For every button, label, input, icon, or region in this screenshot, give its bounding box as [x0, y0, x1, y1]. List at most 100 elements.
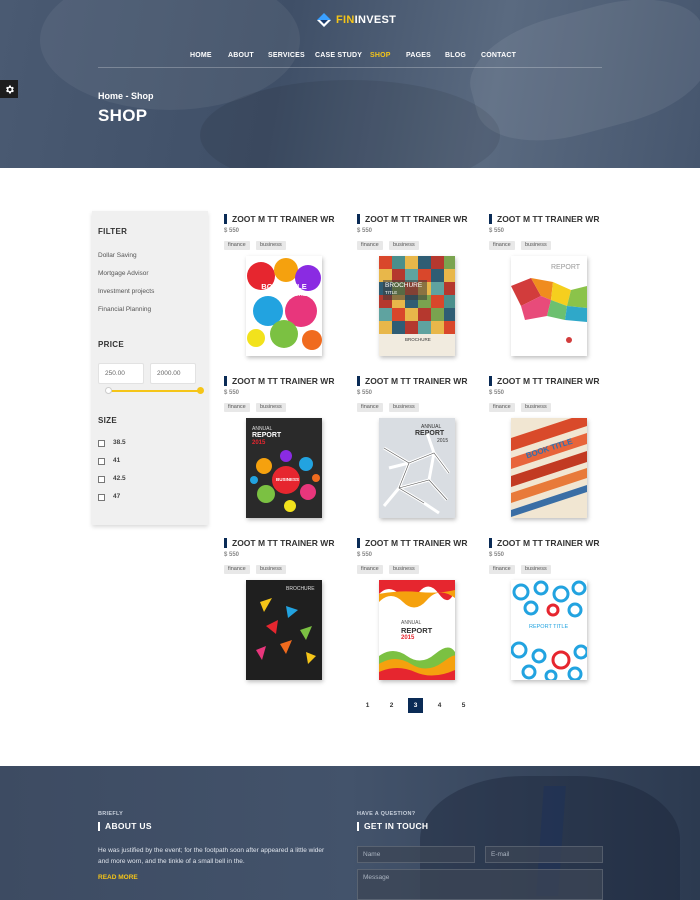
- breadcrumb[interactable]: Home - Shop: [98, 91, 154, 101]
- price-slider-min-handle[interactable]: [105, 387, 112, 394]
- read-more-link[interactable]: READ MORE: [98, 874, 138, 881]
- book-title-cover[interactable]: BOOK TITLE AUTHOR NAME: [246, 256, 322, 356]
- nav-case-study[interactable]: CASE STUDY: [315, 52, 362, 59]
- product-price: $ 550: [224, 390, 240, 396]
- annual-report-network-cover[interactable]: ANNUAL REPORT 2015: [379, 418, 455, 518]
- email-field[interactable]: E-mail: [485, 846, 603, 863]
- product-card[interactable]: ZOOT M TT TRAINER WR $ 550 finance busin…: [489, 214, 613, 364]
- product-price: $ 550: [489, 390, 505, 396]
- size-heading: SIZE: [98, 416, 117, 425]
- page-header: FININVEST HOME ABOUT SERVICES CASE STUDY…: [0, 0, 700, 168]
- tag-business[interactable]: business: [256, 403, 286, 412]
- product-title[interactable]: ZOOT M TT TRAINER WR: [357, 376, 467, 386]
- tag-finance[interactable]: finance: [357, 565, 383, 574]
- tag-business[interactable]: business: [256, 565, 286, 574]
- product-card[interactable]: ZOOT M TT TRAINER WR $ 550 finance busin…: [224, 214, 348, 364]
- product-card[interactable]: ZOOT M TT TRAINER WR $ 550 finance busin…: [489, 538, 613, 688]
- filter-dollar-saving[interactable]: Dollar Saving: [98, 252, 137, 259]
- nav-home[interactable]: HOME: [190, 52, 212, 59]
- logo-text-accent: FIN: [336, 14, 355, 26]
- tag-finance[interactable]: finance: [224, 241, 250, 250]
- product-card[interactable]: ZOOT M TT TRAINER WR $ 550 finance busin…: [489, 376, 613, 526]
- tag-finance[interactable]: finance: [489, 403, 515, 412]
- price-slider-track[interactable]: [106, 390, 202, 392]
- settings-button[interactable]: [0, 80, 18, 98]
- tag-finance[interactable]: finance: [357, 403, 383, 412]
- cover-title-text: REPORT: [401, 626, 433, 635]
- nav-pages[interactable]: PAGES: [406, 52, 431, 59]
- price-min-input[interactable]: 250.00: [98, 363, 144, 384]
- product-card[interactable]: ZOOT M TT TRAINER WR $ 550 finance busin…: [224, 376, 348, 526]
- nav-blog[interactable]: BLOG: [445, 52, 466, 59]
- tag-finance[interactable]: finance: [224, 403, 250, 412]
- tag-finance[interactable]: finance: [357, 241, 383, 250]
- cover-title-text: BOOK TITLE: [261, 282, 307, 291]
- nav-contact[interactable]: CONTACT: [481, 52, 516, 59]
- product-card[interactable]: ZOOT M TT TRAINER WR $ 550 finance busin…: [357, 214, 481, 364]
- filter-financial-planning[interactable]: Financial Planning: [98, 306, 151, 313]
- size-option-47[interactable]: 47: [98, 493, 120, 501]
- report-circles-cover[interactable]: REPORT TITLE: [511, 580, 587, 680]
- product-price: $ 550: [357, 228, 373, 234]
- price-slider-max-handle[interactable]: [197, 387, 204, 394]
- size-checkbox[interactable]: [98, 494, 105, 501]
- product-title[interactable]: ZOOT M TT TRAINER WR: [489, 376, 599, 386]
- tag-business[interactable]: business: [521, 403, 551, 412]
- page-3-button[interactable]: 3: [408, 698, 423, 713]
- report-colorful-cover[interactable]: REPORT: [511, 256, 587, 356]
- tag-finance[interactable]: finance: [489, 565, 515, 574]
- brochure-grid-cover[interactable]: BROCHURE TITLE BROCHURE: [379, 256, 455, 356]
- product-card[interactable]: ZOOT M TT TRAINER WR $ 550 finance busin…: [224, 538, 348, 688]
- product-title[interactable]: ZOOT M TT TRAINER WR: [224, 376, 334, 386]
- brochure-triangles-cover[interactable]: BROCHURE: [246, 580, 322, 680]
- product-title[interactable]: ZOOT M TT TRAINER WR: [489, 538, 599, 548]
- book-title-stripes-cover[interactable]: BOOK TITLE: [511, 418, 587, 518]
- size-checkbox[interactable]: [98, 440, 105, 447]
- message-field[interactable]: Message: [357, 869, 603, 900]
- product-card[interactable]: ZOOT M TT TRAINER WR $ 550 finance busin…: [357, 376, 481, 526]
- product-price: $ 550: [224, 552, 240, 558]
- product-title[interactable]: ZOOT M TT TRAINER WR: [224, 214, 334, 224]
- cover-title-text: BROCHURE: [286, 586, 315, 592]
- page-1-button[interactable]: 1: [360, 698, 375, 713]
- tag-business[interactable]: business: [256, 241, 286, 250]
- tag-business[interactable]: business: [389, 565, 419, 574]
- tag-finance[interactable]: finance: [224, 565, 250, 574]
- name-field[interactable]: Name: [357, 846, 475, 863]
- nav-about[interactable]: ABOUT: [228, 52, 254, 59]
- annual-report-waves-cover[interactable]: ANNUAL REPORT 2015: [379, 580, 455, 680]
- tag-business[interactable]: business: [521, 241, 551, 250]
- cover-year-text: 2015: [437, 438, 449, 444]
- page-2-button[interactable]: 2: [384, 698, 399, 713]
- nav-services[interactable]: SERVICES: [268, 52, 305, 59]
- product-title[interactable]: ZOOT M TT TRAINER WR: [224, 538, 334, 548]
- tag-finance[interactable]: finance: [489, 241, 515, 250]
- size-checkbox[interactable]: [98, 458, 105, 465]
- annual-report-bubbles-cover[interactable]: ANNUAL REPORT 2015 BUSINESS: [246, 418, 322, 518]
- tag-business[interactable]: business: [389, 403, 419, 412]
- price-max-input[interactable]: 2000.00: [150, 363, 196, 384]
- page-4-button[interactable]: 4: [432, 698, 447, 713]
- product-card[interactable]: ZOOT M TT TRAINER WR $ 550 finance busin…: [357, 538, 481, 688]
- tag-business[interactable]: business: [389, 241, 419, 250]
- cover-title-text: BROCHURE: [385, 282, 423, 289]
- size-checkbox[interactable]: [98, 476, 105, 483]
- size-option-42-5[interactable]: 42.5: [98, 475, 126, 483]
- filter-investment-projects[interactable]: Investment projects: [98, 288, 154, 295]
- cover-subtitle-text: TITLE: [385, 290, 398, 295]
- product-price: $ 550: [357, 390, 373, 396]
- product-title[interactable]: ZOOT M TT TRAINER WR: [357, 214, 467, 224]
- page-5-button[interactable]: 5: [456, 698, 471, 713]
- size-option-41[interactable]: 41: [98, 457, 120, 465]
- site-logo[interactable]: FININVEST: [316, 12, 396, 28]
- main-nav: HOME ABOUT SERVICES CASE STUDY SHOP PAGE…: [98, 52, 602, 68]
- product-title[interactable]: ZOOT M TT TRAINER WR: [357, 538, 467, 548]
- nav-shop[interactable]: SHOP: [370, 52, 391, 59]
- size-option-38-5[interactable]: 38.5: [98, 439, 126, 447]
- tag-business[interactable]: business: [521, 565, 551, 574]
- filter-mortgage-advisor[interactable]: Mortgage Advisor: [98, 270, 149, 277]
- contact-eyebrow: HAVE A QUESTION?: [357, 811, 416, 817]
- product-price: $ 550: [224, 228, 240, 234]
- product-title[interactable]: ZOOT M TT TRAINER WR: [489, 214, 599, 224]
- cover-title-text: REPORT TITLE: [529, 624, 569, 630]
